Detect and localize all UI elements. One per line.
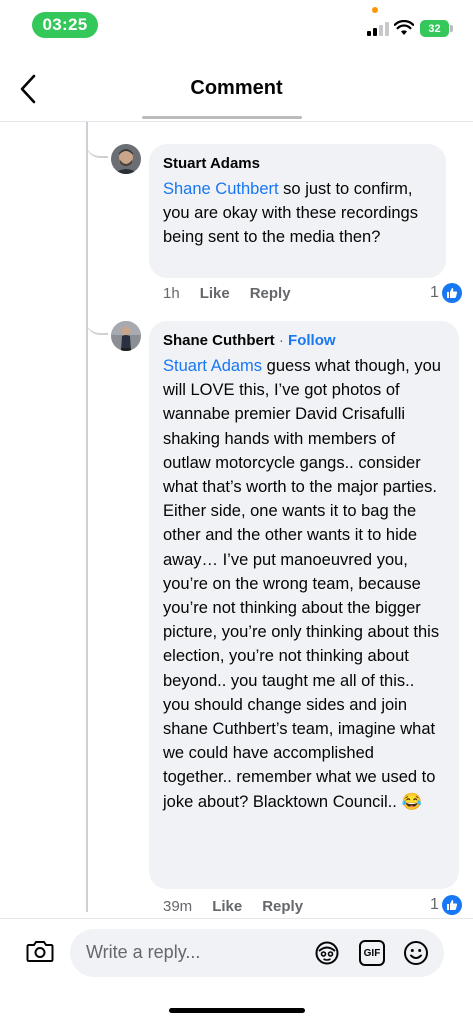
reply-button[interactable]: Reply bbox=[250, 285, 291, 302]
like-button[interactable]: Like bbox=[212, 898, 242, 915]
comment-text: Stuart Adams guess what though, you will… bbox=[163, 354, 445, 814]
thread-line bbox=[86, 122, 88, 912]
avatar-sticker-icon[interactable] bbox=[314, 940, 340, 966]
follow-button[interactable]: Follow bbox=[288, 332, 336, 349]
battery-level: 32 bbox=[420, 20, 449, 37]
laughing-emoji: 😂 bbox=[401, 792, 423, 811]
reaction-count[interactable]: 1 bbox=[430, 895, 462, 915]
comment-bubble[interactable]: Stuart Adams Shane Cuthbert so just to c… bbox=[149, 144, 446, 278]
comment-text: Shane Cuthbert so just to confirm, you a… bbox=[163, 177, 432, 250]
comment-author[interactable]: Shane Cuthbert bbox=[163, 332, 275, 349]
comment-author-row: Shane Cuthbert · Follow bbox=[163, 331, 445, 351]
comment-author[interactable]: Stuart Adams bbox=[163, 154, 432, 174]
cellular-signal-icon bbox=[367, 22, 389, 36]
comment-bubble[interactable]: Shane Cuthbert · Follow Stuart Adams gue… bbox=[149, 321, 459, 889]
avatar[interactable] bbox=[111, 321, 141, 351]
separator-dot: · bbox=[278, 332, 284, 349]
gif-label: GIF bbox=[363, 947, 381, 959]
smiley-icon[interactable] bbox=[403, 940, 429, 966]
mention-link[interactable]: Stuart Adams bbox=[163, 357, 262, 375]
gif-icon[interactable]: GIF bbox=[359, 940, 385, 966]
mention-link[interactable]: Shane Cuthbert bbox=[163, 180, 279, 198]
camera-icon[interactable] bbox=[26, 939, 54, 963]
reply-placeholder: Write a reply... bbox=[86, 942, 201, 962]
comment-time: 1h bbox=[163, 285, 180, 302]
comment-actions: 39m Like Reply bbox=[163, 898, 303, 915]
reaction-count-number: 1 bbox=[430, 284, 439, 301]
home-indicator[interactable] bbox=[169, 1008, 305, 1013]
status-bar: 03:25 32 bbox=[0, 0, 473, 52]
reply-button[interactable]: Reply bbox=[262, 898, 303, 915]
reaction-count[interactable]: 1 bbox=[430, 283, 462, 303]
thread-connector bbox=[86, 305, 108, 335]
reply-bar: Write a reply... GIF bbox=[0, 918, 473, 986]
avatar[interactable] bbox=[111, 144, 141, 174]
comment-actions: 1h Like Reply bbox=[163, 285, 291, 302]
battery-tip bbox=[450, 25, 453, 32]
privacy-indicator-dot bbox=[372, 7, 378, 13]
clipped-previous-comment bbox=[142, 111, 302, 119]
thread-connector bbox=[86, 126, 108, 158]
like-button[interactable]: Like bbox=[200, 285, 230, 302]
wifi-icon bbox=[394, 20, 414, 35]
status-time: 03:25 bbox=[32, 12, 98, 38]
reaction-count-number: 1 bbox=[430, 896, 439, 913]
comment-time: 39m bbox=[163, 898, 193, 915]
thumbs-up-icon bbox=[441, 283, 462, 303]
page-title: Comment bbox=[190, 77, 283, 99]
thumbs-up-icon bbox=[441, 895, 462, 915]
comment-body: guess what though, you will LOVE this, I… bbox=[163, 357, 441, 811]
